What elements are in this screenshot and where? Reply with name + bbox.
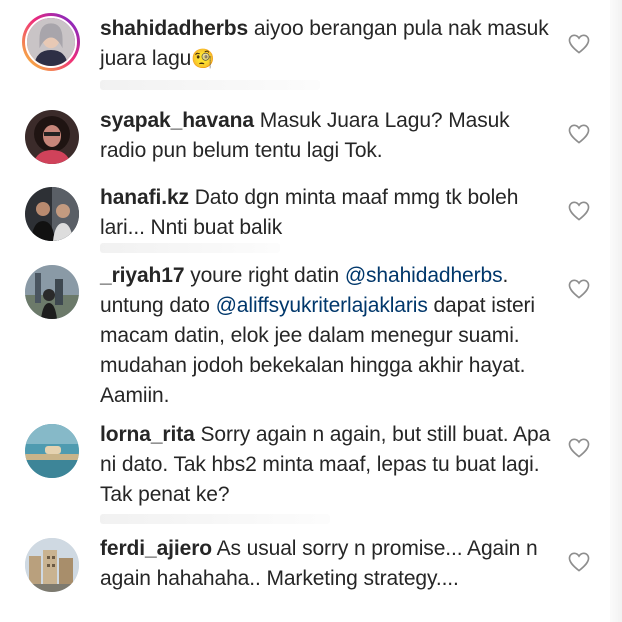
avatar[interactable] [25,538,79,592]
comment-text: _riyah17 youre right datin @shahidadherb… [100,261,555,411]
like-heart-icon[interactable] [568,279,590,299]
scroll-edge [610,0,622,622]
comment-text: syapak_havana Masuk Juara Lagu? Masuk ra… [100,106,555,166]
avatar[interactable] [25,187,79,241]
monocle-emoji-icon: 🧐 [191,49,215,70]
like-heart-icon[interactable] [568,201,590,221]
like-heart-icon[interactable] [568,552,590,572]
comment-text: shahidadherbs aiyoo berangan pula nak ma… [100,14,555,75]
comment-body: youre right datin [190,264,345,287]
mention-link[interactable]: @aliffsyukriterlajaklaris [216,294,428,317]
avatar[interactable] [22,13,80,71]
profile-picture [25,424,79,478]
profile-picture [25,265,79,319]
profile-picture [25,187,79,241]
avatar[interactable] [25,265,79,319]
comment-username[interactable]: ferdi_ajiero [100,537,212,560]
comment-username[interactable]: hanafi.kz [100,186,189,209]
comment-text: hanafi.kz Dato dgn minta maaf mmg tk bol… [100,183,555,243]
profile-picture [27,18,75,66]
comment-username[interactable]: lorna_rita [100,423,195,446]
profile-picture [25,110,79,164]
avatar[interactable] [25,424,79,478]
comment-text: lorna_rita Sorry again n again, but stil… [100,420,555,510]
avatar[interactable] [25,110,79,164]
faded-reply-row [100,243,280,253]
profile-picture [25,538,79,592]
comment-text: ferdi_ajiero As usual sorry n promise...… [100,534,555,594]
faded-reply-row [100,80,320,90]
comment-username[interactable]: syapak_havana [100,109,254,132]
comment-username[interactable]: _riyah17 [100,264,185,287]
comment-username[interactable]: shahidadherbs [100,17,248,40]
like-heart-icon[interactable] [568,438,590,458]
mention-link[interactable]: @shahidadherbs [345,264,503,287]
like-heart-icon[interactable] [568,34,590,54]
like-heart-icon[interactable] [568,124,590,144]
faded-reply-row [100,514,330,524]
